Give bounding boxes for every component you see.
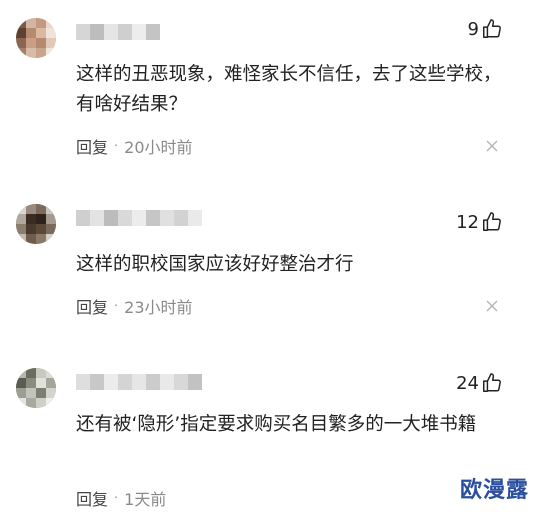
username-blurred[interactable] bbox=[76, 374, 202, 390]
avatar-pixel bbox=[46, 48, 56, 58]
avatar-pixel bbox=[46, 28, 56, 38]
avatar-pixel bbox=[36, 234, 46, 244]
avatar-pixel bbox=[36, 224, 46, 234]
avatar-pixel bbox=[46, 388, 56, 398]
avatar-pixel bbox=[36, 18, 46, 28]
avatar-pixel bbox=[36, 214, 46, 224]
avatar-pixel bbox=[16, 214, 26, 224]
avatar-pixel bbox=[26, 204, 36, 214]
avatar-pixel bbox=[16, 38, 26, 48]
avatar-pixel bbox=[16, 398, 26, 408]
thumbs-up-icon bbox=[483, 373, 501, 392]
comment-time: 1天前 bbox=[124, 490, 167, 509]
avatar-pixel bbox=[16, 234, 26, 244]
avatar-pixel bbox=[46, 204, 56, 214]
like-button[interactable]: 9 bbox=[468, 18, 503, 40]
comment-text: 这样的丑恶现象，难怪家长不信任，去了这些学校，有啥好结果？ bbox=[76, 64, 502, 115]
avatar-pixel bbox=[46, 38, 56, 48]
avatar-pixel bbox=[46, 214, 56, 224]
close-icon[interactable] bbox=[485, 139, 499, 153]
avatar-pixel bbox=[36, 388, 46, 398]
meta-separator: · bbox=[114, 298, 119, 314]
meta-separator: · bbox=[114, 490, 119, 506]
avatar-pixel bbox=[26, 38, 36, 48]
like-button[interactable]: 12 bbox=[456, 211, 503, 233]
comment-meta: 回复 · 1天前 bbox=[76, 486, 166, 510]
avatar[interactable] bbox=[16, 18, 56, 58]
comment-meta: 回复 · 20小时前 bbox=[76, 134, 193, 158]
like-count: 12 bbox=[456, 211, 479, 233]
like-button[interactable]: 24 bbox=[456, 372, 503, 394]
like-count: 9 bbox=[467, 18, 479, 40]
avatar-pixel bbox=[26, 234, 36, 244]
avatar-pixel bbox=[16, 28, 26, 38]
username-blurred[interactable] bbox=[76, 210, 202, 226]
avatar-pixel bbox=[36, 38, 46, 48]
avatar-pixel bbox=[46, 224, 56, 234]
avatar-pixel bbox=[36, 378, 46, 388]
avatar-pixel bbox=[16, 388, 26, 398]
meta-separator: · bbox=[114, 138, 119, 154]
watermark-logo: 欧漫露 bbox=[459, 478, 529, 503]
reply-button[interactable]: 回复 bbox=[76, 134, 108, 158]
avatar-pixel bbox=[16, 224, 26, 234]
avatar-pixel bbox=[26, 214, 36, 224]
avatar[interactable] bbox=[16, 204, 56, 244]
avatar-pixel bbox=[26, 18, 36, 28]
avatar-pixel bbox=[26, 368, 36, 378]
avatar-pixel bbox=[16, 368, 26, 378]
avatar-pixel bbox=[36, 398, 46, 408]
reply-button[interactable]: 回复 bbox=[76, 486, 108, 510]
comment-time: 23小时前 bbox=[124, 298, 193, 317]
avatar-pixel bbox=[36, 204, 46, 214]
avatar-pixel bbox=[16, 378, 26, 388]
avatar[interactable] bbox=[16, 368, 56, 408]
comment-text: 还有被‘隐形’指定要求购买名目繁多的一大堆书籍 bbox=[76, 414, 477, 435]
avatar-pixel bbox=[46, 234, 56, 244]
avatar-pixel bbox=[26, 28, 36, 38]
close-icon[interactable] bbox=[485, 299, 499, 313]
comment-meta: 回复 · 23小时前 bbox=[76, 294, 193, 318]
comment-text: 这样的职校国家应该好好整治才行 bbox=[76, 254, 354, 275]
avatar-pixel bbox=[46, 368, 56, 378]
avatar-pixel bbox=[26, 378, 36, 388]
avatar-pixel bbox=[46, 398, 56, 408]
reply-button[interactable]: 回复 bbox=[76, 294, 108, 318]
avatar-pixel bbox=[16, 204, 26, 214]
avatar-pixel bbox=[46, 378, 56, 388]
avatar-pixel bbox=[26, 224, 36, 234]
thumbs-up-icon bbox=[483, 19, 501, 38]
avatar-pixel bbox=[16, 48, 26, 58]
thumbs-up-icon bbox=[483, 212, 501, 231]
comment-time: 20小时前 bbox=[124, 138, 193, 157]
like-count: 24 bbox=[456, 372, 479, 394]
avatar-pixel bbox=[36, 48, 46, 58]
avatar-pixel bbox=[46, 18, 56, 28]
avatar-pixel bbox=[16, 18, 26, 28]
avatar-pixel bbox=[36, 28, 46, 38]
username-blurred[interactable] bbox=[76, 24, 160, 40]
avatar-pixel bbox=[26, 48, 36, 58]
avatar-pixel bbox=[36, 368, 46, 378]
avatar-pixel bbox=[26, 388, 36, 398]
avatar-pixel bbox=[26, 398, 36, 408]
